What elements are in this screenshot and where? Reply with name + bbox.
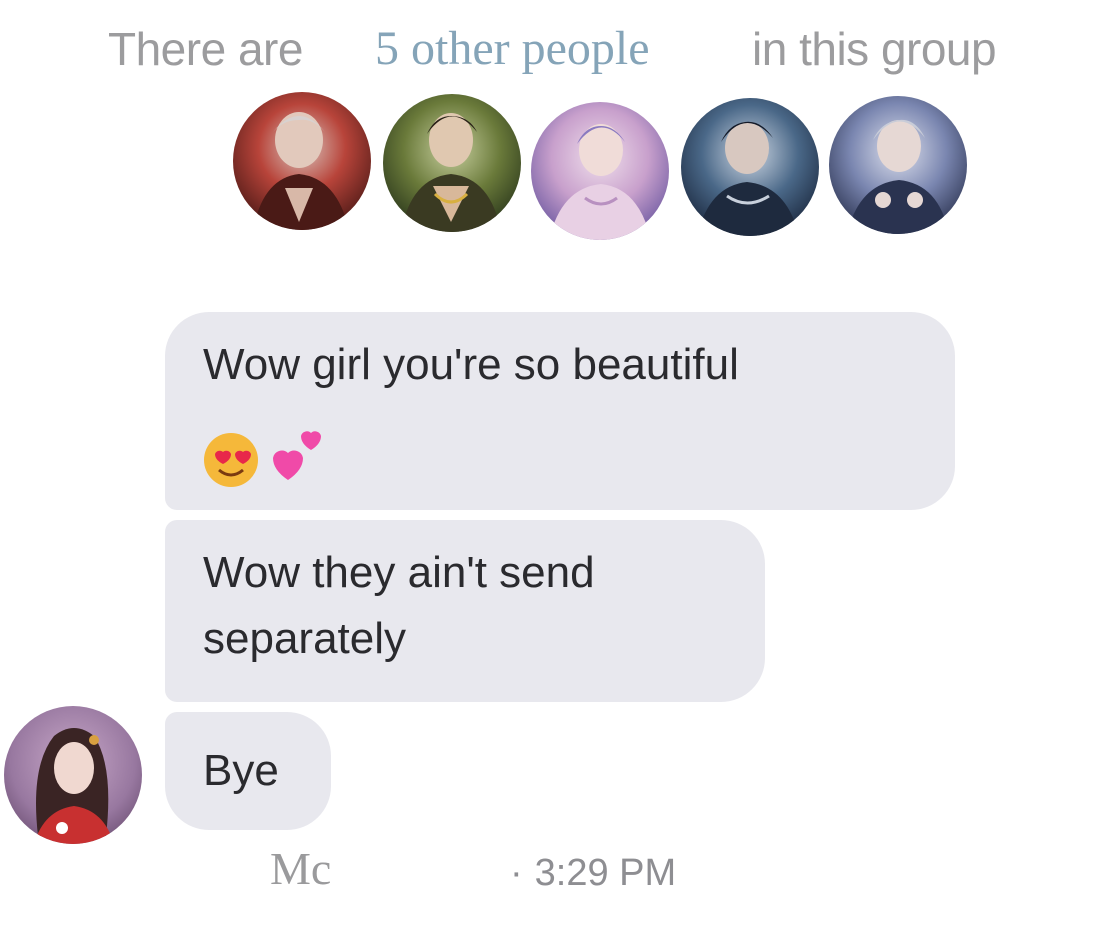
- sender-name: Mc: [270, 843, 332, 894]
- message-3-text: Bye: [203, 746, 279, 795]
- sender-avatar-icon: [4, 706, 142, 844]
- member-avatar-3[interactable]: [531, 102, 669, 240]
- timestamp-time: 3:29 PM: [534, 852, 677, 894]
- message-timestamp: · 3:29 PM: [510, 852, 676, 895]
- member-avatar-2[interactable]: [383, 94, 521, 232]
- message-2-line-2: separately: [203, 614, 407, 663]
- message-1-text: Wow girl you're so beautiful: [203, 340, 739, 389]
- message-2-line-1: Wow they ain't send: [203, 548, 595, 597]
- member-avatar-1-icon: [233, 92, 371, 230]
- smiling-heart-eyes-emoji: [204, 433, 258, 487]
- message-1-emojis: [201, 424, 341, 490]
- group-header: There are 5 other people in this group: [0, 18, 1094, 80]
- message-bubble-3[interactable]: Bye: [165, 712, 331, 830]
- two-hearts-emoji: [273, 431, 321, 480]
- member-avatar-3-icon: [531, 102, 669, 240]
- message-bubble-2[interactable]: Wow they ain't send separately: [165, 520, 765, 702]
- other-people-link[interactable]: 5 other people: [343, 20, 726, 78]
- timestamp-separator: ·: [510, 852, 523, 894]
- member-avatar-2-icon: [383, 94, 521, 232]
- member-avatar-4-icon: [681, 98, 819, 236]
- header-prefix-text: There are: [108, 23, 303, 75]
- sender-avatar[interactable]: [4, 706, 142, 844]
- member-avatar-5-icon: [829, 96, 967, 234]
- message-bubble-1[interactable]: Wow girl you're so beautiful: [165, 312, 955, 510]
- member-avatar-1[interactable]: [233, 92, 371, 230]
- member-avatars: [233, 92, 973, 242]
- member-avatar-4[interactable]: [681, 98, 819, 236]
- header-suffix-text: in this group: [752, 23, 997, 75]
- member-avatar-5[interactable]: [829, 96, 967, 234]
